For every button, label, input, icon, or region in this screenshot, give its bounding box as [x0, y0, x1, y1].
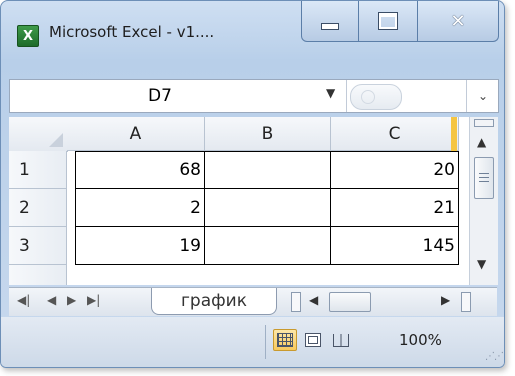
- expand-formula-bar-button[interactable]: ⌄: [466, 80, 499, 112]
- select-all-button[interactable]: [9, 117, 68, 152]
- maximize-icon: [378, 12, 398, 30]
- column-header-c[interactable]: C: [331, 117, 459, 151]
- first-sheet-icon[interactable]: ◀|: [17, 293, 30, 307]
- prev-sheet-icon[interactable]: ◀: [47, 293, 56, 307]
- sheet-tab-grafik[interactable]: график: [151, 288, 277, 315]
- grip-line: [479, 177, 489, 178]
- cell-a2[interactable]: 2: [75, 189, 205, 227]
- close-icon: ✕: [450, 10, 466, 32]
- row-header-1[interactable]: 1: [9, 151, 67, 189]
- cell-b2[interactable]: [205, 189, 331, 227]
- page-layout-button[interactable]: [301, 329, 325, 351]
- scroll-down-icon[interactable]: ▼: [477, 257, 486, 271]
- cell-b1[interactable]: [205, 151, 331, 189]
- cell-c2[interactable]: 21: [331, 189, 459, 227]
- next-sheet-icon[interactable]: ▶: [67, 293, 76, 307]
- column-header-a[interactable]: A: [67, 117, 205, 151]
- excel-icon[interactable]: X: [17, 25, 39, 47]
- minimize-icon: [321, 22, 339, 30]
- column-header-b[interactable]: B: [205, 117, 331, 151]
- title-bar[interactable]: X Microsoft Excel - v1.... ✕: [1, 1, 504, 77]
- vertical-scrollbar[interactable]: ▲ ▼: [469, 117, 498, 285]
- status-divider: [265, 325, 266, 359]
- row-header-3[interactable]: 3: [9, 227, 67, 265]
- sheet-tab-bar: ◀| ◀ ▶ ▶| график ◀ ▶: [9, 287, 497, 316]
- row-header-4[interactable]: [9, 265, 67, 285]
- resize-grip-icon[interactable]: ⋰⋰: [485, 351, 504, 362]
- row-header-2[interactable]: 2: [9, 189, 67, 227]
- maximize-button[interactable]: [358, 1, 418, 42]
- tab-split-box[interactable]: [291, 292, 301, 312]
- minimize-button[interactable]: [301, 1, 359, 42]
- grip-line: [479, 181, 489, 182]
- spreadsheet-grid: A B C 1 68 20 2 2 21 3 19 145: [9, 117, 469, 285]
- horizontal-scroll-thumb[interactable]: [329, 292, 371, 312]
- horizontal-split-box[interactable]: [461, 292, 471, 312]
- select-all-icon: [49, 133, 63, 147]
- page-break-preview-button[interactable]: [329, 329, 353, 351]
- formula-bar: D7 ▼ ⌄: [9, 79, 499, 113]
- page-layout-icon: [305, 333, 321, 347]
- name-box-value: D7: [148, 86, 172, 106]
- dropdown-arrow-icon[interactable]: ▼: [326, 86, 335, 100]
- vertical-split-box[interactable]: [474, 119, 494, 127]
- window-title: Microsoft Excel - v1....: [49, 23, 215, 41]
- grip-line: [479, 173, 489, 174]
- cell-b3[interactable]: [205, 227, 331, 265]
- zoom-level[interactable]: 100%: [399, 331, 442, 349]
- status-bar: 100% ⋰⋰: [1, 317, 504, 367]
- normal-view-button[interactable]: [273, 329, 297, 351]
- column-selection-marker: [451, 117, 457, 151]
- scroll-left-icon[interactable]: ◀: [309, 293, 318, 307]
- cell-a3[interactable]: 19: [75, 227, 205, 265]
- cell-c3[interactable]: 145: [331, 227, 459, 265]
- close-button[interactable]: ✕: [417, 1, 499, 42]
- cell-a1[interactable]: 68: [75, 151, 205, 189]
- scroll-right-icon[interactable]: ▶: [441, 293, 450, 307]
- excel-window: X Microsoft Excel - v1.... ✕ D7 ▼ ⌄ A B …: [0, 0, 505, 368]
- last-sheet-icon[interactable]: ▶|: [87, 293, 100, 307]
- function-icon: [361, 90, 375, 104]
- page-break-icon: [333, 333, 349, 347]
- scroll-up-icon[interactable]: ▲: [477, 135, 486, 149]
- formula-input[interactable]: [350, 84, 402, 110]
- normal-view-icon: [277, 333, 293, 347]
- name-box[interactable]: D7 ▼: [10, 80, 347, 112]
- chevron-down-icon: ⌄: [477, 89, 489, 103]
- cell-c1[interactable]: 20: [331, 151, 459, 189]
- vertical-scroll-thumb[interactable]: [474, 157, 494, 199]
